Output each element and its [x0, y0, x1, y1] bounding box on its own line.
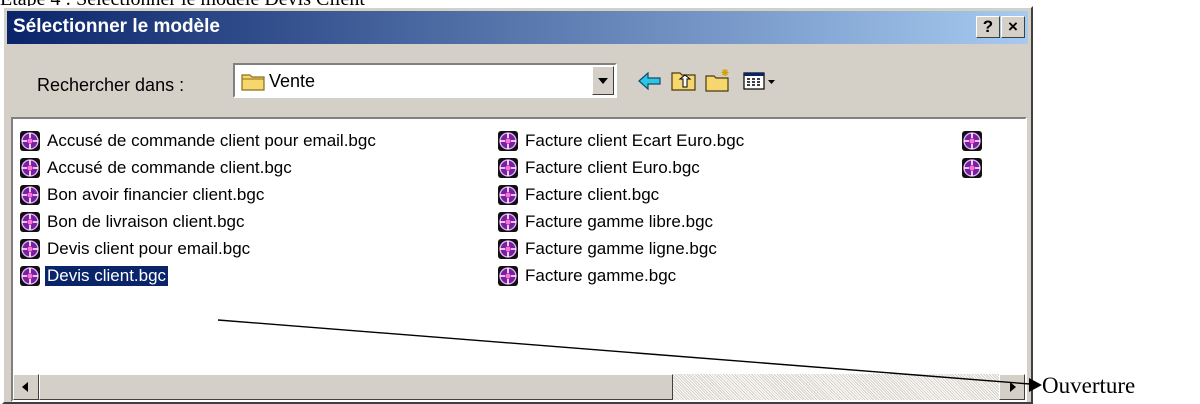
file-item[interactable]: Devis client.bgc: [19, 264, 169, 288]
up-folder-icon[interactable]: [670, 68, 698, 94]
file-item[interactable]: Facture gamme.bgc: [497, 264, 678, 288]
template-file-icon: [497, 238, 519, 260]
select-template-dialog: Sélectionner le modèle ? × Rechercher da…: [2, 6, 1033, 404]
new-folder-icon[interactable]: [704, 68, 732, 94]
scroll-right-arrow-icon: [1010, 382, 1016, 392]
template-file-icon: [19, 265, 41, 287]
file-name: Facture client Euro.bgc: [525, 158, 700, 177]
file-item[interactable]: Accusé de commande client pour email.bgc: [19, 129, 378, 153]
file-name: Bon de livraison client.bgc: [47, 212, 245, 231]
scroll-right-button[interactable]: [999, 374, 1025, 400]
template-file-icon: [19, 130, 41, 152]
file-name: Accusé de commande client pour email.bgc: [47, 131, 376, 150]
file-name: Devis client.bgc: [45, 266, 169, 286]
file-item[interactable]: [961, 129, 987, 153]
template-file-icon: [497, 265, 519, 287]
help-button[interactable]: ?: [976, 16, 1000, 38]
look-in-dropdown-button[interactable]: [592, 66, 614, 95]
file-name: Devis client pour email.bgc: [47, 239, 251, 258]
scroll-thumb[interactable]: [39, 374, 673, 400]
file-name: Bon avoir financier client.bgc: [47, 185, 265, 204]
template-file-icon: [497, 184, 519, 206]
scroll-left-button[interactable]: [13, 374, 39, 400]
file-name: Facture client Ecart Euro.bgc: [525, 131, 745, 150]
template-file-icon: [19, 184, 41, 206]
close-button[interactable]: ×: [1001, 16, 1025, 38]
file-name: Accusé de commande client.bgc: [47, 158, 292, 177]
annotation-label: Ouverture: [1042, 373, 1136, 398]
view-menu-icon[interactable]: [742, 68, 778, 94]
template-file-icon: [961, 130, 983, 152]
dialog-titlebar[interactable]: Sélectionner le modèle ? ×: [7, 11, 1028, 44]
template-file-icon: [497, 157, 519, 179]
template-file-icon: [19, 211, 41, 233]
back-arrow-icon[interactable]: [636, 68, 664, 94]
look-in-combobox[interactable]: Vente: [233, 63, 617, 98]
template-file-icon: [19, 238, 41, 260]
file-item[interactable]: Facture gamme libre.bgc: [497, 210, 715, 234]
scroll-left-arrow-icon: [22, 382, 28, 392]
file-item[interactable]: Facture gamme ligne.bgc: [497, 237, 719, 261]
look-in-value: Vente: [269, 71, 316, 91]
template-file-icon: [497, 211, 519, 233]
folder-icon: [241, 74, 265, 91]
file-name: Facture client.bgc: [525, 185, 660, 204]
chevron-down-icon: [598, 78, 608, 84]
file-item[interactable]: [961, 156, 987, 180]
file-item[interactable]: Facture client.bgc: [497, 183, 661, 207]
file-item[interactable]: Accusé de commande client.bgc: [19, 156, 294, 180]
file-item[interactable]: Bon avoir financier client.bgc: [19, 183, 266, 207]
template-file-icon: [961, 157, 983, 179]
file-list[interactable]: Accusé de commande client pour email.bgc…: [11, 117, 1027, 402]
look-in-label: Rechercher dans :: [37, 75, 185, 95]
file-item[interactable]: Bon de livraison client.bgc: [19, 210, 247, 234]
file-name: Facture gamme libre.bgc: [525, 212, 714, 231]
dialog-title: Sélectionner le modèle: [13, 16, 220, 37]
file-name: Facture gamme.bgc: [525, 266, 677, 285]
file-item[interactable]: Facture client Euro.bgc: [497, 156, 702, 180]
file-item[interactable]: Devis client pour email.bgc: [19, 237, 252, 261]
file-name: Facture gamme ligne.bgc: [525, 239, 717, 258]
template-file-icon: [19, 157, 41, 179]
horizontal-scrollbar[interactable]: [13, 374, 1025, 400]
file-item[interactable]: Facture client Ecart Euro.bgc: [497, 129, 746, 153]
template-file-icon: [497, 130, 519, 152]
